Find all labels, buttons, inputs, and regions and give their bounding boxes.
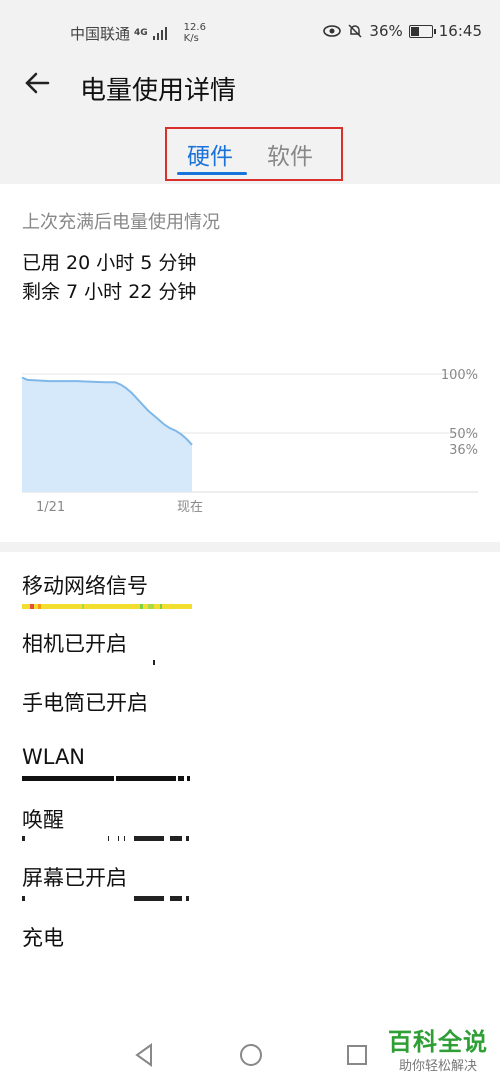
- camera-timeline: [153, 660, 155, 665]
- carrier-label: 中国联通: [70, 24, 131, 43]
- wlan-timeline: [22, 776, 190, 781]
- eye-icon: [323, 25, 342, 37]
- x-label-start: 1/21: [36, 500, 65, 515]
- since-full-charge-label: 上次充满后电量使用情况: [22, 212, 220, 233]
- list-item-camera: 相机已开启: [22, 632, 127, 656]
- nav-recents-icon[interactable]: [345, 1042, 369, 1072]
- nav-back-icon[interactable]: [132, 1042, 156, 1072]
- wakeup-timeline: [22, 836, 189, 841]
- battery-percent: 36%: [369, 22, 403, 40]
- list-item-charging: 充电: [22, 926, 64, 950]
- active-tab-indicator: [177, 172, 247, 175]
- screen-on-timeline: [22, 896, 189, 901]
- watermark-brand: 百科全说: [388, 1028, 488, 1056]
- network-type: 4G: [134, 28, 148, 38]
- time-remaining: 剩余 7 小时 22 分钟: [22, 281, 197, 303]
- network-speed: 12.6 K/s: [183, 22, 206, 44]
- y-label-100: 100%: [441, 368, 478, 383]
- mobile-signal-timeline: [22, 604, 192, 609]
- usage-summary-card: 上次充满后电量使用情况 已用 20 小时 5 分钟 剩余 7 小时 22 分钟 …: [0, 184, 500, 542]
- bell-off-icon: [348, 24, 362, 38]
- list-item-wlan: WLAN: [22, 745, 86, 769]
- status-bar: 中国联通 4G 12.6 K/s 36% 16:45: [0, 0, 500, 62]
- page-header: 电量使用详情 硬件 软件: [0, 62, 500, 184]
- battery-icon: [408, 24, 436, 38]
- page-title: 电量使用详情: [80, 76, 237, 106]
- y-label-36: 36%: [449, 443, 478, 458]
- list-item-flashlight: 手电筒已开启: [22, 691, 148, 715]
- time-used: 已用 20 小时 5 分钟: [22, 252, 197, 274]
- back-arrow-icon[interactable]: [22, 68, 52, 106]
- list-item-mobile-signal: 移动网络信号: [22, 574, 148, 598]
- battery-chart: 100% 50% 36% 1/21 现在: [21, 368, 478, 515]
- signal-icon: [152, 27, 167, 40]
- x-label-now: 现在: [177, 500, 203, 515]
- tab-bar: 硬件 软件: [165, 127, 343, 181]
- clock: 16:45: [438, 22, 482, 40]
- list-item-screen-on: 屏幕已开启: [22, 866, 127, 890]
- watermark: 百科全说 助你轻松解决: [388, 1022, 488, 1074]
- battery-area: [22, 377, 192, 492]
- tab-software[interactable]: 软件: [267, 137, 313, 171]
- nav-home-icon[interactable]: [238, 1042, 264, 1072]
- y-label-50: 50%: [449, 427, 478, 442]
- tab-hardware[interactable]: 硬件: [187, 137, 233, 171]
- section-divider: [0, 542, 500, 552]
- watermark-slogan: 助你轻松解决: [398, 1059, 477, 1074]
- list-item-wakeup: 唤醒: [22, 808, 64, 832]
